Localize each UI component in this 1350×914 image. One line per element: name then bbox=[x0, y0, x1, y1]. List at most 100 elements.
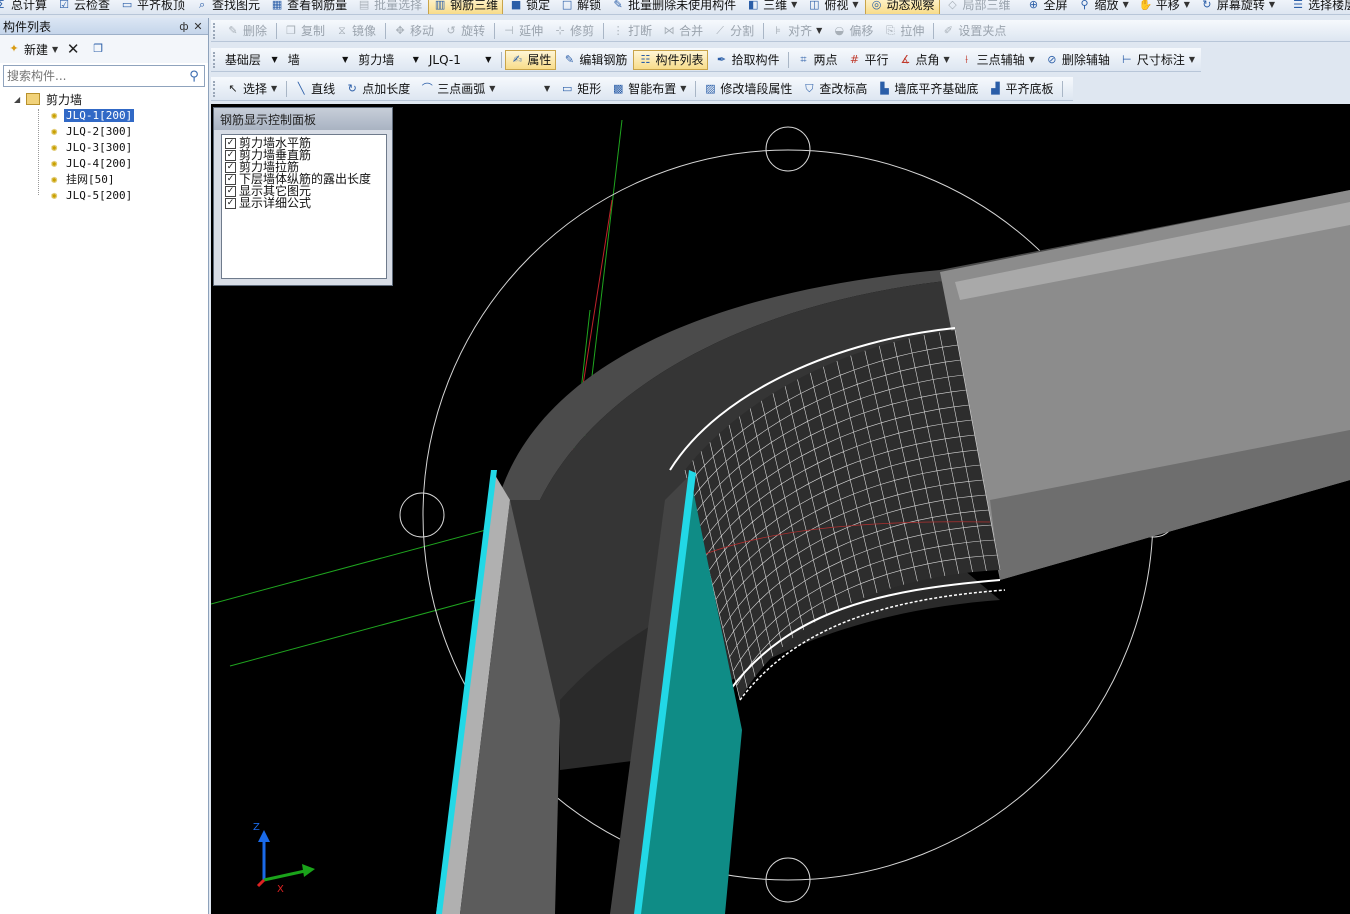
top-view-button[interactable]: ◫ 俯视 ▼ bbox=[803, 0, 862, 14]
point-angle-axis-button[interactable]: ∡ 点角 ▼ bbox=[894, 50, 953, 70]
extend-button[interactable]: ⊣ 延伸 bbox=[498, 21, 547, 41]
zoom-button[interactable]: ⚲ 缩放 ▼ bbox=[1074, 0, 1133, 14]
split-button[interactable]: ⟋ 分割 bbox=[709, 21, 758, 41]
floor-select[interactable]: 基础层 ▼ bbox=[222, 51, 281, 69]
align-bottom-slab-button[interactable]: ▟ 平齐底板 bbox=[984, 79, 1057, 99]
offset-button[interactable]: ◒ 偏移 bbox=[828, 21, 877, 41]
dimension-button[interactable]: ⊢ 尺寸标注 ▼ bbox=[1116, 50, 1199, 70]
fullscreen-button[interactable]: ⊕ 全屏 bbox=[1023, 0, 1072, 14]
component-list-icon: ☷ bbox=[640, 52, 651, 66]
merge-button[interactable]: ⋈ 合并 bbox=[658, 21, 707, 41]
close-icon[interactable]: ✕ bbox=[191, 20, 205, 33]
z-axis-label: Z bbox=[253, 822, 260, 833]
rectangle-button[interactable]: ▭ 矩形 bbox=[556, 79, 605, 99]
find-element-button[interactable]: ⌕ 查找图元 bbox=[191, 0, 264, 14]
type-select[interactable]: 剪力墙 ▼ bbox=[355, 51, 422, 69]
toolbar-grip[interactable] bbox=[213, 22, 219, 39]
rotate-icon: ↺ bbox=[446, 23, 456, 37]
batch-select-button[interactable]: ▤ 批量选择 bbox=[353, 0, 426, 14]
toolbar-grip[interactable] bbox=[213, 51, 219, 68]
trim-button[interactable]: ⊹ 修剪 bbox=[549, 21, 598, 41]
point-length-button[interactable]: ↻ 点加长度 bbox=[341, 79, 414, 99]
select-button[interactable]: ↖ 选择 ▼ bbox=[222, 79, 281, 99]
tree-item[interactable]: ✺ JLQ-4[200] bbox=[4, 155, 208, 171]
break-button[interactable]: ⋮ 打断 bbox=[607, 21, 656, 41]
checkbox[interactable]: ✓ bbox=[225, 137, 236, 149]
toolbar-separator bbox=[501, 51, 503, 68]
copy-component-button[interactable]: ❐ bbox=[88, 39, 111, 59]
delete-axis-button[interactable]: ⊘ 删除辅轴 bbox=[1041, 50, 1114, 70]
parallel-axis-button[interactable]: # 平行 bbox=[843, 50, 892, 70]
component-list-button[interactable]: ☷ 构件列表 bbox=[633, 49, 709, 70]
y-axis-arrow bbox=[302, 864, 315, 877]
mirror-button[interactable]: ⧖ 镜像 bbox=[331, 21, 380, 41]
copy-button[interactable]: ❐ 复制 bbox=[280, 21, 329, 41]
tree-item[interactable]: ✺ JLQ-2[300] bbox=[4, 123, 208, 139]
pan-button[interactable]: ✋ 平移 ▼ bbox=[1135, 0, 1194, 14]
calculate-button[interactable]: Σ总计算 bbox=[0, 0, 51, 14]
move-button[interactable]: ✥ 移动 bbox=[389, 21, 438, 41]
three-point-arc-button[interactable]: ⌒ 三点画弧 ▼ ▼ bbox=[416, 79, 554, 99]
new-component-button[interactable]: ✦ 新建 ▼ bbox=[4, 39, 61, 59]
panel-toolbar: ✦ 新建 ▼ ✕ ❐ bbox=[0, 35, 208, 63]
merge-icon: ⋈ bbox=[663, 23, 675, 37]
orbit-handle-top[interactable] bbox=[765, 126, 811, 172]
pin-icon[interactable]: ф bbox=[177, 20, 191, 33]
toolbar-grip[interactable] bbox=[213, 80, 219, 97]
orbit-button[interactable]: ◎ 动态观察 bbox=[864, 0, 940, 14]
rebar-panel-title[interactable]: 钢筋显示控制面板 bbox=[214, 108, 392, 130]
properties-button[interactable]: ✍ 属性 bbox=[505, 49, 557, 70]
line-button[interactable]: ╲ 直线 bbox=[290, 79, 339, 99]
new-icon: ✦ bbox=[9, 42, 19, 55]
modify-wall-button[interactable]: ▨ 修改墙段属性 bbox=[699, 79, 796, 99]
wall-bottom-align-button[interactable]: ▙ 墙底平齐基础底 bbox=[873, 79, 982, 99]
check-elevation-button[interactable]: ⛉ 查改标高 bbox=[798, 79, 871, 99]
rotate-button[interactable]: ↺ 旋转 bbox=[440, 21, 489, 41]
two-point-axis-button[interactable]: ⌗ 两点 bbox=[792, 50, 841, 70]
toolbar-separator bbox=[788, 51, 790, 68]
align-slab-top-button[interactable]: ▭ 平齐板顶 bbox=[116, 0, 189, 14]
unlock-button[interactable]: □ 解锁 bbox=[556, 0, 605, 14]
offset-icon: ◒ bbox=[834, 23, 845, 37]
pick-component-button[interactable]: ✒ 拾取构件 bbox=[710, 50, 783, 70]
align-button[interactable]: ⊧ 对齐 ▼ bbox=[767, 21, 826, 41]
category-select[interactable]: 墙 ▼ bbox=[285, 51, 352, 69]
3d-view-button[interactable]: ◧ 三维 ▼ bbox=[742, 0, 801, 14]
tree-item[interactable]: ✺ JLQ-5[200] bbox=[4, 187, 208, 203]
three-point-axis-button[interactable]: ⟊ 三点辅轴 ▼ bbox=[956, 50, 1039, 70]
tree-item[interactable]: ✺ JLQ-1[200] bbox=[4, 107, 208, 123]
three-point-arc-icon: ⌒ bbox=[421, 81, 433, 95]
orbit-handle-left[interactable] bbox=[399, 492, 445, 538]
point-angle-axis-icon: ∡ bbox=[900, 52, 911, 66]
collapse-icon[interactable]: ◢ bbox=[14, 95, 26, 104]
checkbox[interactable]: ✓ bbox=[225, 185, 236, 197]
checkbox[interactable]: ✓ bbox=[225, 197, 236, 209]
smart-layout-button[interactable]: ▩ 智能布置 ▼ bbox=[607, 79, 690, 99]
checkbox[interactable]: ✓ bbox=[225, 161, 236, 173]
select-floor-button[interactable]: ☰选择楼层 bbox=[1287, 0, 1350, 14]
option-show-formula[interactable]: ✓ 显示详细公式 bbox=[225, 197, 383, 209]
view-rebar-quantity-button[interactable]: ▦ 查看钢筋量 bbox=[266, 0, 351, 14]
panel-title: 构件列表 bbox=[3, 19, 52, 34]
extend-icon: ⊣ bbox=[504, 23, 514, 37]
edit-rebar-button[interactable]: ✎ 编辑钢筋 bbox=[558, 50, 631, 70]
delete-button[interactable]: ✎ 删除 bbox=[222, 21, 271, 41]
checkbox[interactable]: ✓ bbox=[225, 149, 236, 161]
rebar-3d-icon: ▥ bbox=[434, 0, 446, 11]
set-grip-button[interactable]: ✐ 设置夹点 bbox=[937, 21, 1010, 41]
tree-item[interactable]: ✺ JLQ-3[300] bbox=[4, 139, 208, 155]
tree-item[interactable]: ✺ 挂网[50] bbox=[4, 171, 208, 187]
search-icon[interactable]: ⚲ bbox=[184, 69, 204, 84]
batch-delete-button[interactable]: ✎ 批量删除未使用构件 bbox=[607, 0, 740, 14]
component-select[interactable]: JLQ-1 ▼ bbox=[426, 51, 495, 69]
lock-button[interactable]: ■ 锁定 bbox=[505, 0, 554, 14]
cloud-check-button[interactable]: ☑ 云检查 bbox=[53, 0, 114, 14]
stretch-button[interactable]: ⎘ 拉伸 bbox=[879, 21, 928, 41]
search-input[interactable] bbox=[4, 67, 184, 85]
screen-rotate-button[interactable]: ↻ 屏幕旋转 ▼ bbox=[1196, 0, 1279, 14]
delete-component-button[interactable]: ✕ bbox=[63, 39, 86, 59]
tree-root[interactable]: ◢ 剪力墙 bbox=[4, 91, 208, 107]
rebar-3d-button[interactable]: ▥ 钢筋三维 bbox=[428, 0, 504, 14]
checkbox[interactable]: ✓ bbox=[225, 173, 236, 185]
partial-3d-button[interactable]: ◇ 局部三维 bbox=[942, 0, 1015, 14]
